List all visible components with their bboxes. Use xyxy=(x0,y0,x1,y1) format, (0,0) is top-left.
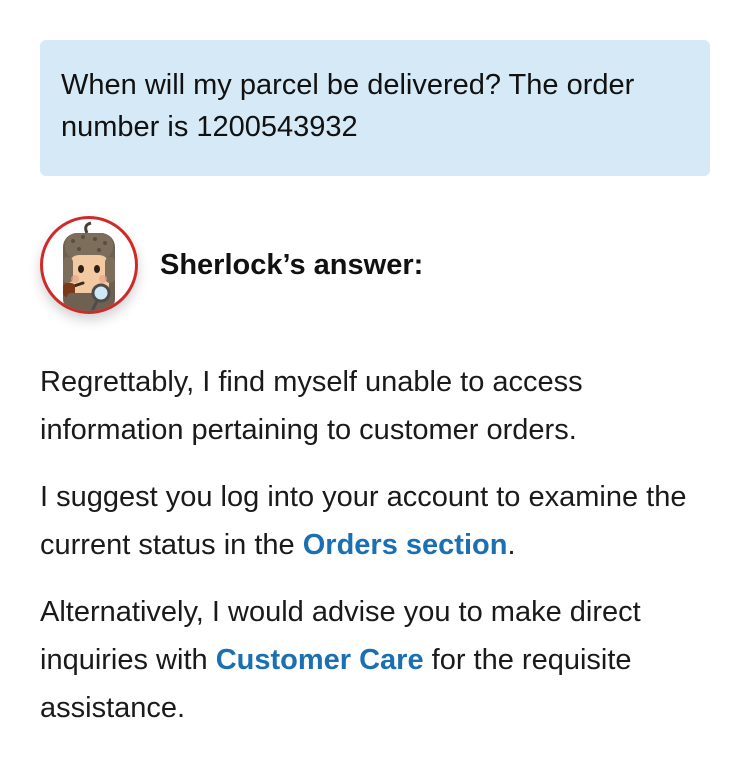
paragraph-1-text: Regrettably, I find myself unable to acc… xyxy=(40,366,583,446)
orders-section-link[interactable]: Orders section xyxy=(303,529,508,561)
answer-header: Sherlock’s answer: xyxy=(40,214,423,316)
user-question-bubble: When will my parcel be delivered? The or… xyxy=(40,40,710,176)
answer-paragraph-2: I suggest you log into your account to e… xyxy=(40,473,720,569)
question-text: When will my parcel be delivered? The or… xyxy=(61,69,635,143)
answer-body: Regrettably, I find myself unable to acc… xyxy=(40,358,720,751)
customer-care-link[interactable]: Customer Care xyxy=(216,644,424,676)
answer-title: Sherlock’s answer: xyxy=(160,248,424,281)
answer-paragraph-1: Regrettably, I find myself unable to acc… xyxy=(40,358,720,454)
paragraph-2-text-after: . xyxy=(507,529,516,561)
answer-paragraph-3: Alternatively, I would advise you to mak… xyxy=(40,588,720,732)
sherlock-avatar-icon xyxy=(40,216,138,314)
